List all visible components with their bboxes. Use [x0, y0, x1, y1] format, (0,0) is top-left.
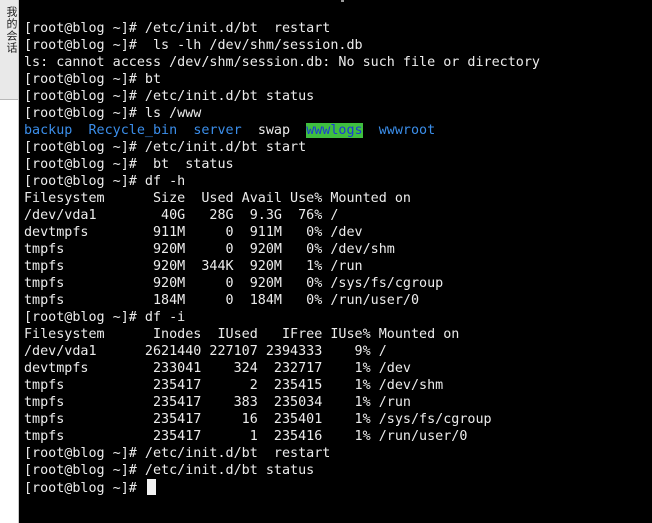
session-sidebar: 我的会话	[0, 0, 19, 523]
df-row: devtmpfs 233041 324 232717 1% /dev	[24, 361, 411, 376]
df-row: tmpfs 920M 344K 920M 1% /run	[24, 259, 363, 274]
df-row: tmpfs 920M 0 920M 0% /sys/fs/cgroup	[24, 276, 444, 291]
session-tab-label: 我的会话	[5, 6, 18, 54]
terminal-output[interactable]: [root@blog ~]# /etc/init.d/bt restart [ro…	[24, 20, 644, 496]
df-row: tmpfs 235417 16 235401 1% /sys/fs/cgroup	[24, 412, 492, 427]
prompt: [root@blog ~]#	[24, 481, 145, 496]
ls-entry-dir: Recycle_bin	[88, 123, 178, 138]
df-row: tmpfs 235417 1 235416 1% /run/user/0	[24, 429, 468, 444]
text-cursor	[146, 479, 156, 495]
ls-spacer	[363, 123, 379, 138]
ls-entry-dir: server	[193, 123, 242, 138]
ls-spacer	[242, 123, 258, 138]
df-row: tmpfs 920M 0 920M 0% /dev/shm	[24, 242, 395, 257]
df-row: tmpfs 184M 0 184M 0% /run/user/0	[24, 293, 420, 308]
top-bar	[19, 0, 652, 14]
terminal-line: [root@blog ~]# /etc/init.d/bt status	[24, 89, 315, 104]
ls-entry-file: swap	[257, 123, 291, 138]
terminal-line: [root@blog ~]# bt	[24, 72, 162, 87]
ls-spacer	[72, 123, 88, 138]
ls-spacer	[290, 123, 306, 138]
session-tab[interactable]: 我的会话	[0, 0, 18, 100]
terminal-line: [root@blog ~]# df -h	[24, 174, 186, 189]
terminal-line: [root@blog ~]# /etc/init.d/bt status	[24, 463, 315, 478]
terminal-line: [root@blog ~]# df -i	[24, 310, 186, 325]
terminal-line: [root@blog ~]# ls /www	[24, 106, 202, 121]
terminal-line: [root@blog ~]# ls -lh /dev/shm/session.d…	[24, 38, 363, 53]
df-row: /dev/vda1 2621440 227107 2394333 9% /	[24, 344, 387, 359]
df-row: /dev/vda1 40G 28G 9.3G 76% /	[24, 208, 339, 223]
df-header-line: Filesystem Inodes IUsed IFree IUse% Moun…	[24, 327, 460, 342]
terminal-line: ls: cannot access /dev/shm/session.db: N…	[24, 55, 540, 70]
df-row: tmpfs 235417 2 235415 1% /dev/shm	[24, 378, 444, 393]
terminal-line: [root@blog ~]# /etc/init.d/bt restart	[24, 446, 331, 461]
ls-entry-dir: wwwroot	[378, 123, 436, 138]
df-row: devtmpfs 911M 0 911M 0% /dev	[24, 225, 363, 240]
ls-output-line: backup Recycle_bin server swap wwwlogs w…	[24, 122, 644, 139]
terminal-line: [root@blog ~]# /etc/init.d/bt start	[24, 140, 307, 155]
df-header-line: Filesystem Size Used Avail Use% Mounted …	[24, 191, 411, 206]
ls-spacer	[177, 123, 193, 138]
top-bar-marker	[341, 0, 344, 2]
prompt-line[interactable]: [root@blog ~]#	[24, 479, 644, 496]
ls-entry-dir: backup	[24, 123, 73, 138]
terminal-window: 我的会话 [root@blog ~]# /etc/init.d/bt resta…	[0, 0, 652, 523]
df-row: tmpfs 235417 383 235034 1% /run	[24, 395, 411, 410]
terminal-line: [root@blog ~]# /etc/init.d/bt restart	[24, 21, 331, 36]
terminal-line: [root@blog ~]# bt status	[24, 157, 234, 172]
ls-entry-highlighted-dir: wwwlogs	[306, 123, 363, 138]
